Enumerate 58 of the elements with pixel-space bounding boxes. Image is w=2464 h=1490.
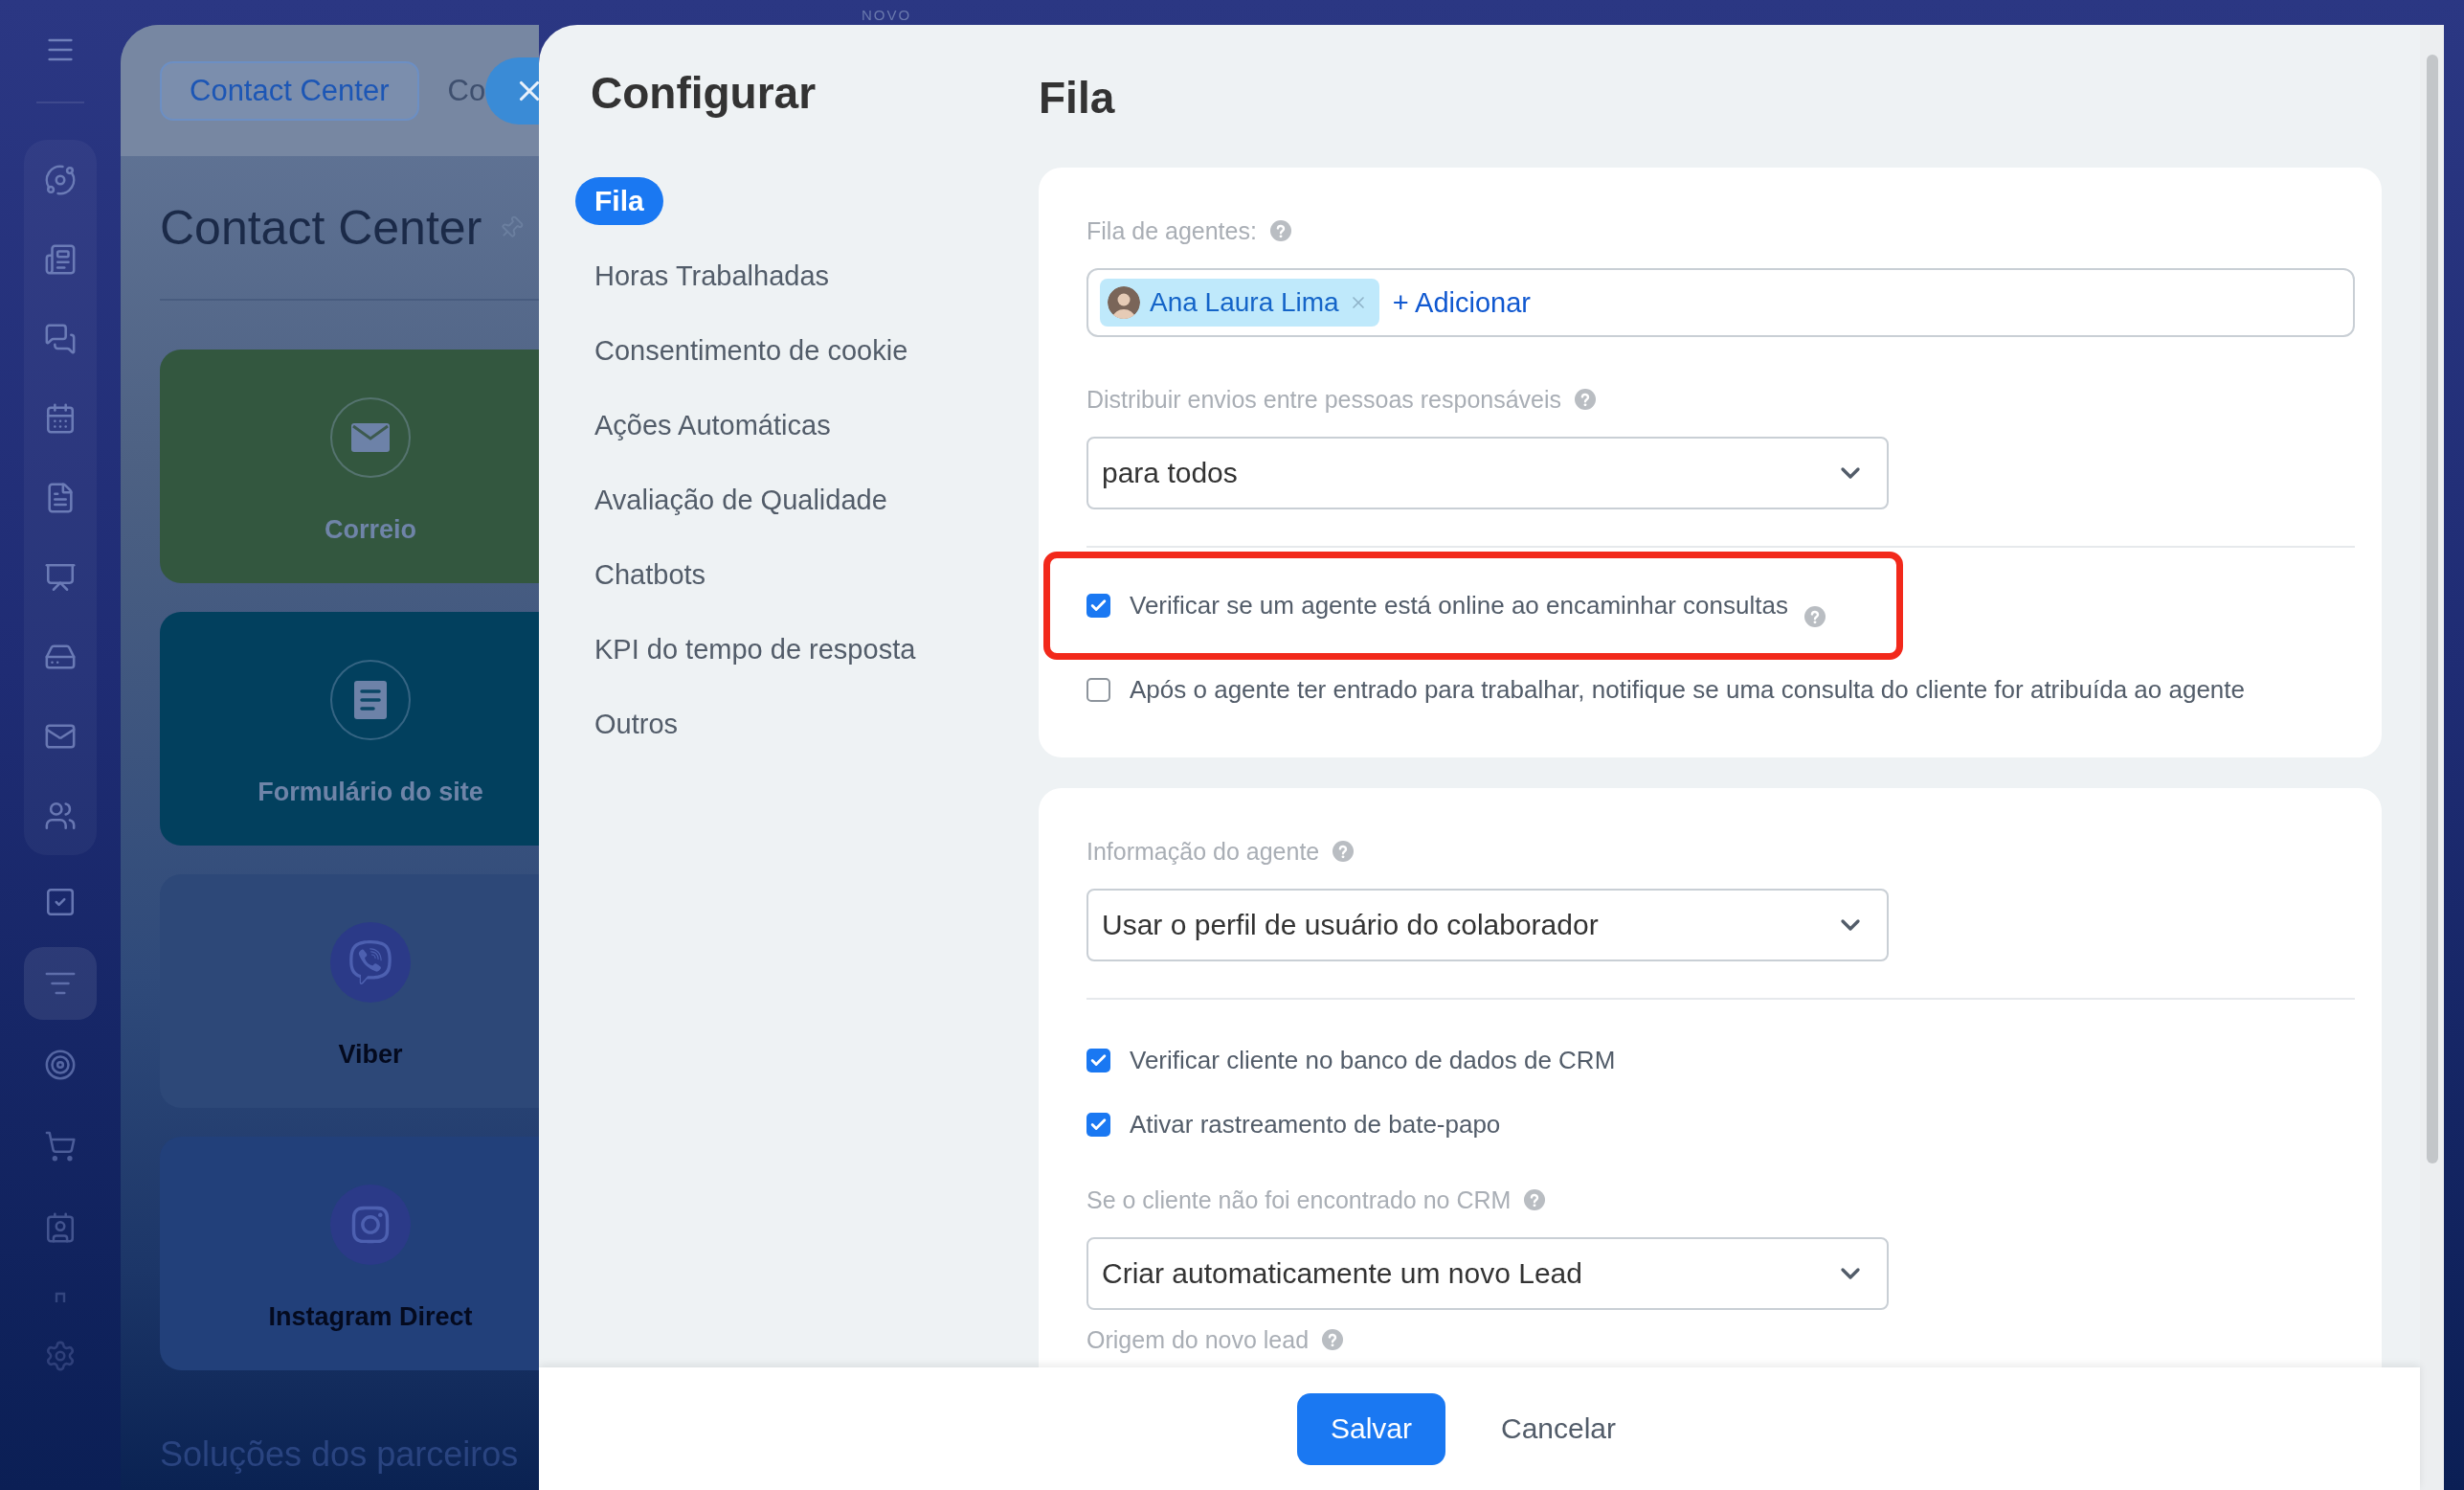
nav-item[interactable]: Chatbots (575, 551, 726, 598)
field-label: Se o cliente não foi encontrado no CRM (1086, 1185, 1512, 1215)
checkbox[interactable] (1086, 677, 1110, 702)
agents-field[interactable]: Ana Laura Lima + Adicionar (1086, 268, 2355, 337)
filter-icon[interactable] (24, 946, 97, 1020)
agent-name: Ana Laura Lima (1150, 287, 1339, 318)
settings-icon[interactable] (44, 1340, 77, 1372)
page-title: Contact Center (160, 200, 482, 257)
nav-item[interactable]: Consentimento de cookie (575, 327, 928, 374)
checkbox-label: Ativar rastreamento de bate-papo (1130, 1109, 1501, 1140)
envelope-icon (330, 397, 411, 478)
nav-item[interactable]: Avaliação de Qualidade (575, 476, 907, 524)
add-link[interactable]: + Adicionar (1392, 286, 1531, 319)
new-label: NOVO (862, 8, 912, 23)
panel-title: Configurar (590, 67, 818, 120)
nav-item[interactable]: KPI do tempo de resposta (575, 625, 935, 673)
cart-icon[interactable] (44, 1129, 77, 1163)
channel-label: Formulário do site (258, 778, 483, 806)
checkbox[interactable] (1086, 1048, 1110, 1072)
checkbox-label: Verificar se um agente está online ao encaminhar consultas (1130, 591, 1788, 621)
field-label: Distribuir envios entre pessoas responsáveis (1086, 385, 1562, 415)
save-button[interactable]: Salvar (1296, 1392, 1445, 1465)
orbit-icon[interactable] (44, 163, 77, 196)
calendar-icon[interactable] (44, 401, 77, 435)
help-icon[interactable] (1575, 389, 1597, 410)
nav-item[interactable]: Outros (575, 700, 698, 748)
checkbox[interactable] (1086, 1112, 1110, 1137)
contact-card-icon[interactable] (44, 1210, 77, 1244)
page-heading: Fila (1039, 72, 1116, 124)
checkbox[interactable] (1086, 594, 1110, 618)
dropdown[interactable]: Criar automaticamente um novo Lead (1086, 1237, 1889, 1310)
nav-item[interactable]: Horas Trabalhadas (575, 252, 849, 300)
chat-bubbles-icon[interactable] (44, 322, 77, 355)
nav-item[interactable]: Ações Automáticas (575, 401, 850, 449)
help-icon[interactable] (1322, 1329, 1344, 1350)
newspaper-icon[interactable] (44, 242, 77, 276)
field-label: Informação do agente (1086, 837, 1320, 867)
scrollbar-thumb[interactable] (2426, 55, 2438, 1163)
avatar-icon (1108, 286, 1140, 319)
target-icon[interactable] (44, 1048, 77, 1081)
checkbox-label: Após o agente ter entrado para trabalhar, notifique se uma consulta do cliente for atribuída ao agente (1130, 674, 2245, 705)
channel-label: Correio (325, 515, 416, 544)
channel-label: Instagram Direct (268, 1302, 473, 1331)
checkbox-label: Verificar cliente no banco de dados de CRM (1130, 1045, 1616, 1075)
scrollbar-track[interactable] (2420, 25, 2444, 1490)
field-label: Origem do novo lead (1086, 1325, 1310, 1355)
nav-item[interactable]: Fila (575, 177, 663, 225)
arch-icon[interactable] (55, 1291, 66, 1302)
dropdown[interactable]: para todos (1086, 437, 1889, 509)
help-icon[interactable] (1524, 1189, 1546, 1210)
help-icon[interactable] (1803, 605, 1826, 627)
field-label: Fila de agentes: (1086, 216, 1257, 246)
dropdown[interactable]: Usar o perfil de usuário do colaborador (1086, 889, 1889, 961)
channel-label: Viber (338, 1040, 403, 1069)
help-icon[interactable] (1333, 841, 1355, 862)
cancel-button[interactable]: Cancelar (1484, 1392, 1634, 1465)
document-icon (330, 660, 411, 740)
help-icon[interactable] (1269, 220, 1291, 241)
